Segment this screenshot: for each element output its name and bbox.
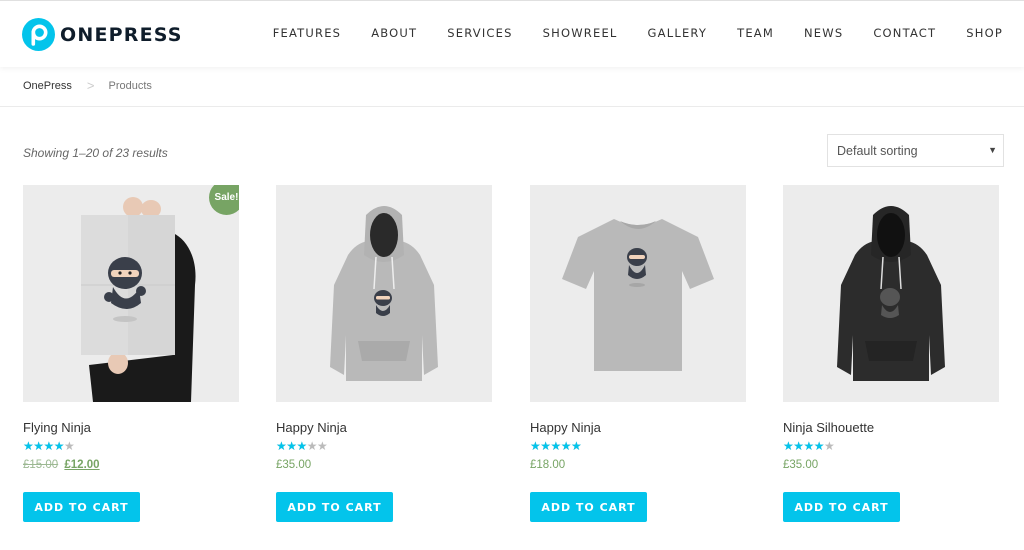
site-logo[interactable]: ONEPRESS [22,18,183,51]
product-title[interactable]: Ninja Silhouette [783,420,999,435]
sale-price: £12.00 [64,459,100,471]
breadcrumb-separator: > [86,78,95,93]
logo-text: ONEPRESS [60,23,183,46]
nav-item-showreel[interactable]: SHOWREEL [543,26,618,40]
regular-price: £15.00 [23,459,59,471]
result-count: Showing 1–20 of 23 results [23,146,168,160]
nav-item-team[interactable]: TEAM [737,26,774,40]
nav-item-about[interactable]: ABOUT [371,26,417,40]
dropdown-arrow-icon: ▼ [988,145,997,155]
nav-item-news[interactable]: NEWS [804,26,843,40]
product-title[interactable]: Happy Ninja [530,420,746,435]
regular-price: £35.00 [783,459,819,471]
product-price: £15.00 £12.00 [23,459,239,471]
add-to-cart-button[interactable]: ADD TO CART [276,492,393,522]
breadcrumb: OnePress > Products [23,78,152,93]
sorting-selected-value: Default sorting [837,144,918,158]
site-header: ONEPRESS FEATURES ABOUT SERVICES SHOWREE… [0,0,1024,67]
nav-item-contact[interactable]: CONTACT [873,26,936,40]
product-image[interactable]: Sale! [23,185,239,402]
product-price: £18.00 [530,459,746,471]
product-image[interactable] [783,185,999,402]
star-rating-filled: ★★★★★ [23,439,65,453]
grey-tshirt-image [530,185,746,402]
product-card: Happy Ninja ★★★★★ ★★★★★ £35.00 ADD TO CA… [276,185,492,522]
star-rating-filled: ★★★★★ [530,439,582,453]
nav-item-services[interactable]: SERVICES [447,26,512,40]
star-rating: ★★★★★ ★★★★★ [530,439,582,453]
star-rating: ★★★★★ ★★★★★ [276,439,328,453]
product-card: Ninja Silhouette ★★★★★ ★★★★★ £35.00 ADD … [783,185,999,522]
grey-hoodie-image [276,185,492,402]
star-rating-filled: ★★★★★ [783,439,825,453]
header-divider [0,106,1024,107]
add-to-cart-button[interactable]: ADD TO CART [23,492,140,522]
breadcrumb-home-link[interactable]: OnePress [23,80,72,92]
regular-price: £35.00 [276,459,312,471]
black-hoodie-image [783,185,999,402]
star-rating-filled: ★★★★★ [276,439,307,453]
main-nav: FEATURES ABOUT SERVICES SHOWREEL GALLERY… [273,26,1024,40]
product-title[interactable]: Happy Ninja [276,420,492,435]
product-title[interactable]: Flying Ninja [23,420,239,435]
star-rating: ★★★★★ ★★★★★ [783,439,835,453]
product-image[interactable] [530,185,746,402]
add-to-cart-button[interactable]: ADD TO CART [783,492,900,522]
nav-item-features[interactable]: FEATURES [273,26,341,40]
nav-item-gallery[interactable]: GALLERY [648,26,708,40]
sorting-select[interactable]: Default sorting ▼ [827,134,1004,167]
add-to-cart-button[interactable]: ADD TO CART [530,492,647,522]
breadcrumb-current: Products [108,79,152,92]
regular-price: £18.00 [530,459,566,471]
nav-item-shop[interactable]: SHOP [966,26,1003,40]
onepress-logo-icon [22,18,55,51]
product-price: £35.00 [276,459,492,471]
product-card: Happy Ninja ★★★★★ ★★★★★ £18.00 ADD TO CA… [530,185,746,522]
star-rating: ★★★★★ ★★★★★ [23,439,75,453]
product-price: £35.00 [783,459,999,471]
product-image[interactable] [276,185,492,402]
product-card: Sale! Flying Ninja ★★★★★ ★★★★★ £15.00 £1… [23,185,239,522]
ninja-poster-image [23,185,239,402]
